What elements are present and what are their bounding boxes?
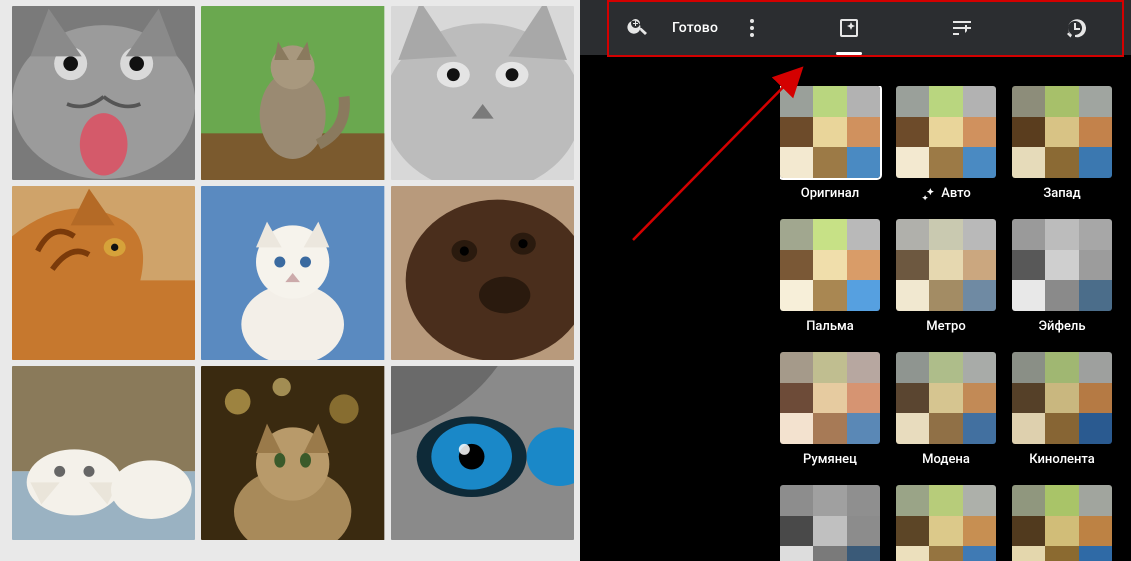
more-options-icon[interactable]: [740, 16, 764, 40]
filter-preset[interactable]: Румянец: [780, 352, 880, 467]
filter-preset[interactable]: Метро: [896, 219, 996, 334]
filter-label: Пальма: [780, 319, 880, 334]
filter-thumbnail: [896, 485, 996, 561]
filter-label: Кинолента: [1012, 452, 1112, 467]
image-canvas[interactable]: [0, 0, 580, 561]
filter-thumbnail: [896, 219, 996, 311]
filter-preset[interactable]: Пальма: [780, 219, 880, 334]
filter-thumbnail: [896, 352, 996, 444]
filter-preset[interactable]: [780, 485, 880, 561]
tab-adjust[interactable]: [906, 0, 1019, 55]
filter-label: Запад: [1012, 186, 1112, 201]
filter-presets-panel: Оригинал Авто Запад Пальма Метро Эйфель Румяне…: [780, 86, 1131, 561]
collage-grid: [12, 6, 574, 540]
collage-cell: [12, 366, 195, 540]
collage-cell: [201, 186, 384, 360]
filter-preset[interactable]: Запад: [1012, 86, 1112, 201]
filter-thumbnail: [780, 352, 880, 444]
filter-preset[interactable]: Кинолента: [1012, 352, 1112, 467]
filter-thumbnail: [896, 86, 996, 178]
collage-cell: [391, 6, 574, 180]
filter-preset[interactable]: [896, 485, 996, 561]
filter-label: Модена: [896, 452, 996, 467]
filter-label: Эйфель: [1012, 319, 1112, 334]
collage-cell: [391, 186, 574, 360]
filter-thumbnail: [1012, 485, 1112, 561]
editor-panel: Готово ОригиналАвтоЗападПальмаМетроЭйфел: [580, 0, 1131, 561]
filter-preset[interactable]: Модена: [896, 352, 996, 467]
filter-thumbnail: [780, 485, 880, 561]
collage-cell: [201, 366, 384, 540]
filter-preset[interactable]: [1012, 485, 1112, 561]
tab-crop[interactable]: [1018, 0, 1131, 55]
filter-label: Румянец: [780, 452, 880, 467]
collage-cell: [12, 186, 195, 360]
filter-thumbnail: [780, 219, 880, 311]
collage-cell: [201, 6, 384, 180]
editor-toolbar: Готово: [580, 0, 1131, 55]
done-button[interactable]: Готово: [672, 20, 718, 36]
auto-fix-icon: [921, 187, 935, 201]
collage-cell: [12, 6, 195, 180]
filter-label: Метро: [896, 319, 996, 334]
tab-filters[interactable]: [793, 0, 906, 55]
collage-cell: [391, 366, 574, 540]
filter-thumbnail: [780, 86, 880, 178]
filter-thumbnail: [1012, 86, 1112, 178]
filter-label: Оригинал: [780, 186, 880, 201]
filter-preset[interactable]: Оригинал: [780, 86, 880, 201]
filter-thumbnail: [1012, 219, 1112, 311]
filter-label: Авто: [896, 186, 996, 201]
zoom-in-icon[interactable]: [626, 14, 650, 42]
filter-thumbnail: [1012, 352, 1112, 444]
filter-preset[interactable]: Эйфель: [1012, 219, 1112, 334]
filter-preset[interactable]: Авто: [896, 86, 996, 201]
